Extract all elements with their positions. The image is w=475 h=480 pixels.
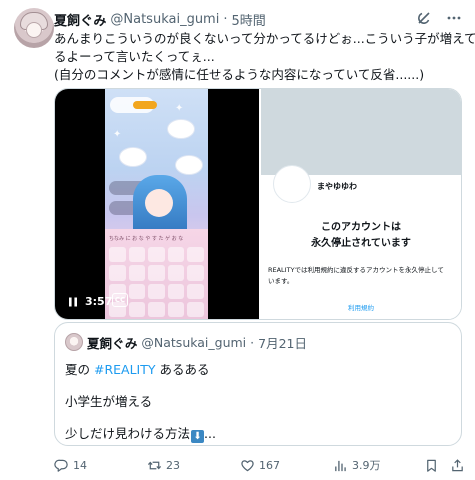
quoted-line: 小学生が増える	[65, 394, 153, 409]
profile-username: まやゆゆわ	[316, 182, 357, 191]
tweet-header: 夏飼ぐみ @Natsukai_gumi · 5時間	[54, 10, 266, 29]
timestamp[interactable]: 5時間	[231, 10, 265, 29]
like-count: 167	[259, 458, 280, 472]
sparkle-decoration: ✦	[113, 129, 122, 140]
like-button[interactable]: 167	[240, 455, 280, 475]
handle[interactable]: @Natsukai_gumi	[110, 12, 219, 27]
quoted-header: 夏飼ぐみ @Natsukai_gumi · 7月21日	[87, 333, 307, 351]
display-name[interactable]: 夏飼ぐみ	[54, 10, 106, 29]
tweet-text-line: あんまりこういうのが良くないって分かってるけどぉ...こういう子が増えて	[54, 31, 475, 46]
tweet-top-actions	[415, 9, 463, 27]
mascot-decoration	[119, 147, 147, 167]
follow-badge	[133, 101, 157, 109]
quoted-avatar	[65, 333, 83, 351]
views-icon	[335, 460, 346, 471]
quoted-line: 夏の #REALITY あるある	[65, 359, 210, 378]
suspended-title-line: 永久停止されています	[311, 238, 411, 249]
retweet-count: 23	[166, 458, 180, 472]
mascot-decoration	[175, 155, 203, 175]
video-time: 3:57	[85, 295, 113, 308]
quoted-date: 7月21日	[258, 335, 307, 351]
captions-icon[interactable]: CC	[112, 293, 128, 307]
reply-count: 14	[73, 458, 87, 472]
quoted-handle: @Natsukai_gumi	[141, 334, 247, 350]
reply-button[interactable]: 14	[54, 455, 87, 475]
reply-icon	[54, 459, 68, 472]
grok-icon[interactable]	[415, 9, 433, 27]
retweet-icon	[147, 461, 162, 469]
terms-link[interactable]: 利用規約	[261, 302, 461, 312]
suspended-body: REALITYでは利用規約に違反するアカウントを永久停止して います。	[268, 265, 458, 287]
avatar[interactable]	[14, 8, 54, 48]
share-button[interactable]	[450, 455, 469, 475]
sparkle-decoration: ✦	[175, 103, 184, 114]
quoted-text: 少しだけ見わける方法	[65, 426, 191, 441]
avatar-character-face	[145, 189, 173, 217]
like-icon	[241, 459, 254, 471]
views-count: 3.9万	[352, 459, 381, 472]
quoted-text: 夏の	[65, 362, 94, 377]
retweet-button[interactable]: 23	[147, 455, 180, 475]
share-icon	[452, 458, 463, 471]
action-bar: 14 23 167 3.9万	[54, 455, 474, 475]
tweet-text: あんまりこういうのが良くないって分かってるけどぉ...こういう子が増えて るよー…	[54, 30, 475, 84]
quoted-text: ...	[204, 426, 216, 441]
profile-banner	[260, 89, 461, 175]
suspended-body-line: REALITYでは利用規約に違反するアカウントを永久停止して	[267, 266, 444, 274]
profile-picture	[272, 165, 311, 203]
mascot-decoration	[167, 119, 195, 139]
bookmark-icon	[427, 459, 436, 472]
tweet-text-line: るよーって言いたくってぇ...	[54, 49, 215, 64]
keyboard-suggestions: ちなみ に お な や す た ゲ お な	[109, 236, 184, 242]
separator: ·	[250, 334, 255, 350]
bookmark-button[interactable]	[424, 455, 443, 475]
suspended-title-line: このアカウントは	[320, 222, 401, 233]
media-grid: ✦ ✦ ちなみ に お な や す た ゲ お な 3:57 CC まやゆゆわ …	[54, 88, 462, 320]
suspended-account-screenshot[interactable]: まやゆゆわ このアカウントは 永久停止されています REALITYでは利用規約に…	[258, 89, 461, 319]
more-icon[interactable]	[445, 9, 463, 27]
quoted-tweet[interactable]: 夏飼ぐみ @Natsukai_gumi · 7月21日 夏の #REALITY …	[54, 322, 462, 446]
tweet[interactable]: 夏飼ぐみ @Natsukai_gumi · 5時間 あんまりこういうのが良くない…	[0, 0, 475, 480]
down-arrow-emoji: ⬇	[191, 430, 205, 443]
video-frame: ✦ ✦ ちなみ に お な や す た ゲ お な	[105, 89, 208, 319]
views-button[interactable]: 3.9万	[333, 455, 381, 475]
tweet-text-line: (自分のコメントが感情に任せるような内容になっていて反省......)	[54, 67, 425, 82]
quoted-text: あるある	[155, 362, 210, 377]
suspended-title: このアカウントは 永久停止されています	[261, 220, 461, 252]
video-player[interactable]: ✦ ✦ ちなみ に お な や す た ゲ お な 3:57 CC	[55, 89, 259, 319]
avatar-face	[26, 22, 42, 38]
hashtag-link[interactable]: #REALITY	[94, 362, 156, 377]
suspended-body-line: います。	[267, 277, 294, 285]
separator: ·	[223, 11, 228, 27]
quoted-line: 少しだけ見わける方法 ⬇...	[65, 423, 216, 443]
quoted-display-name: 夏飼ぐみ	[87, 335, 138, 351]
pause-icon[interactable]	[67, 296, 79, 308]
